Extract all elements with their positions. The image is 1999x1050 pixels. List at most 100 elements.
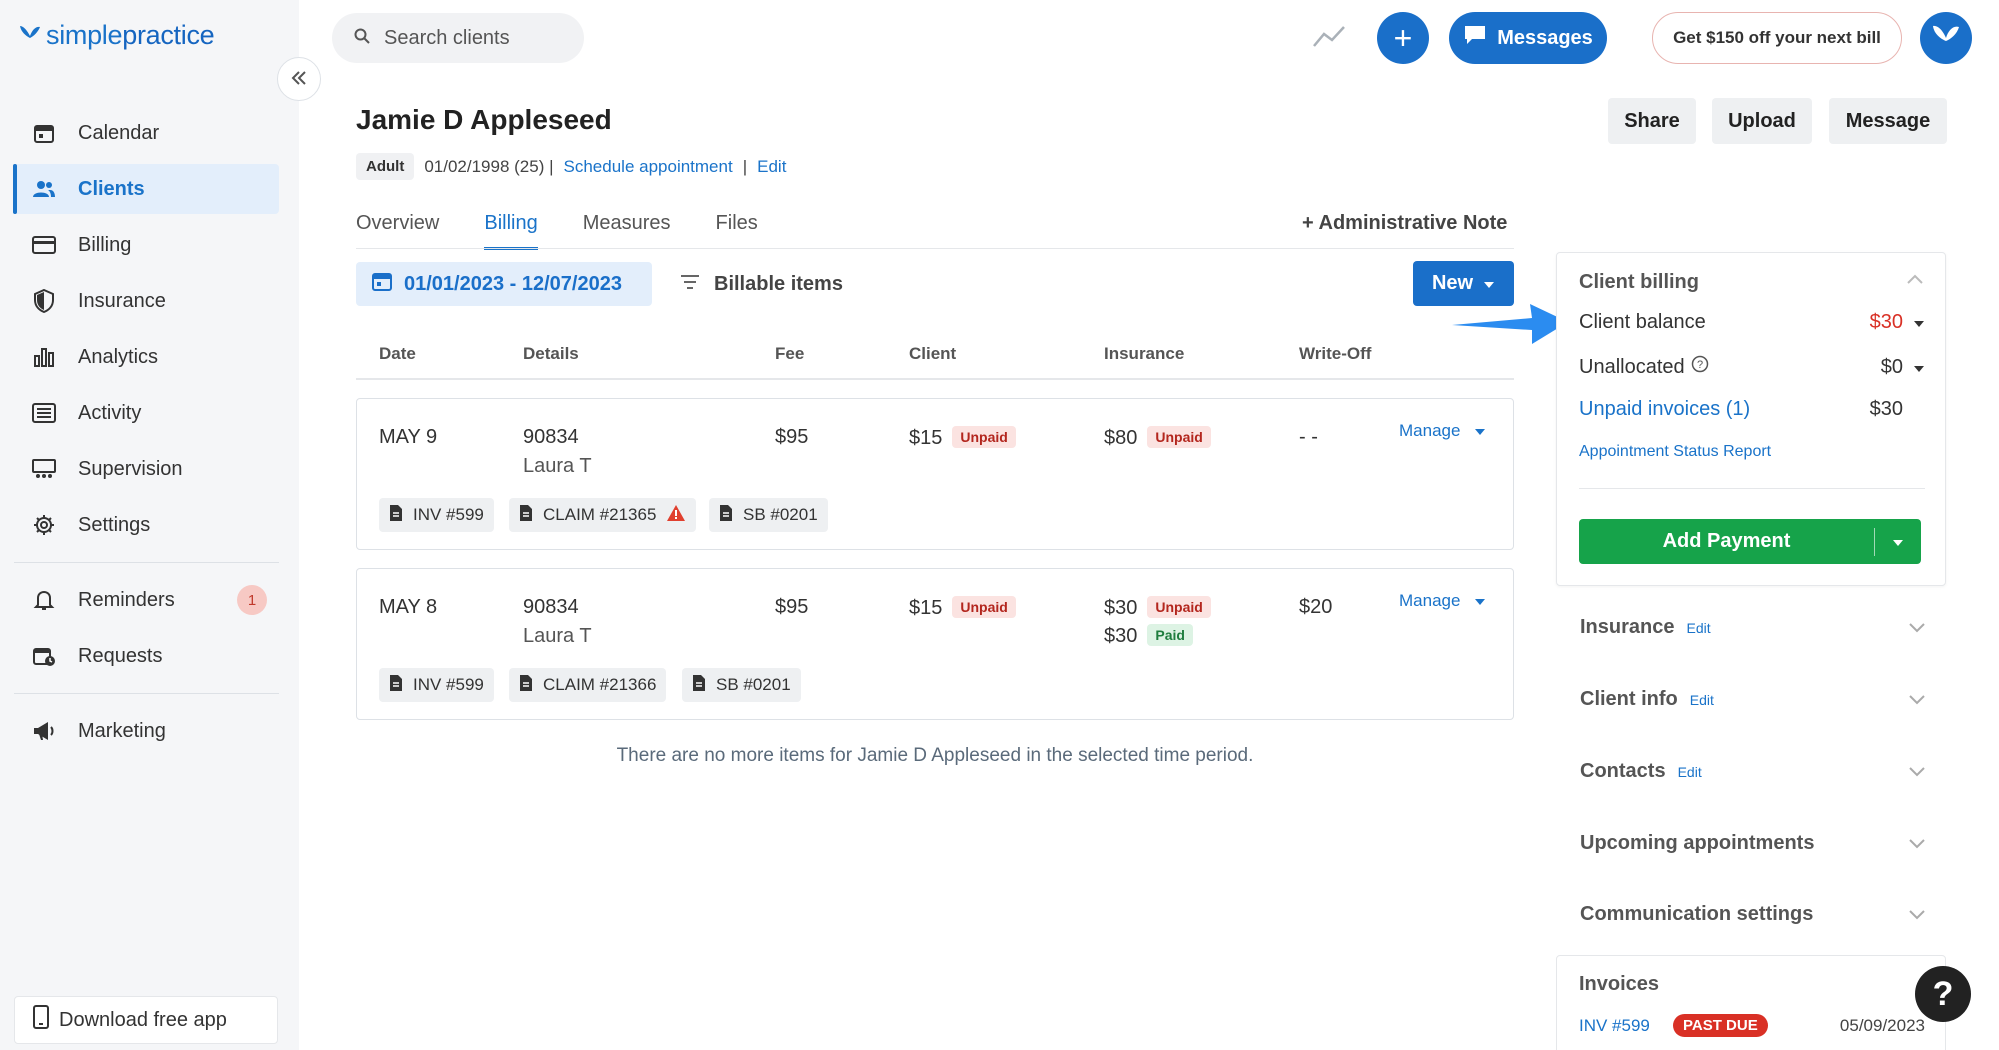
row-provider: Laura T <box>523 455 592 477</box>
new-label: New <box>1431 272 1474 294</box>
search-clients-input[interactable]: Search clients <box>332 13 584 63</box>
chat-bubble-icon <box>1463 24 1487 52</box>
sidebar-item-label: Billing <box>78 233 132 256</box>
trend-icon[interactable] <box>1312 24 1346 50</box>
sidebar-item-clients[interactable]: Clients <box>13 164 279 214</box>
insurance-amount: $30 <box>1104 625 1138 647</box>
claim-chip[interactable]: CLAIM #21366 <box>509 668 667 702</box>
collapse-sidebar-button[interactable] <box>277 57 321 101</box>
search-placeholder: Search clients <box>384 26 510 49</box>
col-header-writeoff: Write-Off <box>1299 344 1372 363</box>
sidebar: simplepractice Calendar Clients Billing … <box>0 0 299 1050</box>
sidebar-item-analytics[interactable]: Analytics <box>14 332 279 382</box>
download-app-label: Download free app <box>59 1008 227 1031</box>
chip-label: SB #0201 <box>716 675 791 694</box>
caret-down-icon <box>1913 311 1925 334</box>
share-button[interactable]: Share <box>1608 98 1696 144</box>
message-button[interactable]: Message <box>1829 98 1947 144</box>
client-name: Jamie D Appleseed <box>356 104 612 135</box>
unpaid-invoices-link[interactable]: Unpaid invoices (1) <box>1579 398 1750 421</box>
edit-contacts-link[interactable]: Edit <box>1678 764 1702 780</box>
promo-label: Get $150 off your next bill <box>1673 28 1881 47</box>
add-payment-dropdown[interactable] <box>1875 534 1921 550</box>
help-button[interactable]: ? <box>1915 966 1971 1022</box>
tab-files[interactable]: Files <box>716 212 758 250</box>
add-payment-button[interactable]: Add Payment <box>1579 519 1921 564</box>
download-app-button[interactable]: Download free app <box>14 996 278 1044</box>
edit-insurance-link[interactable]: Edit <box>1686 620 1710 636</box>
unallocated-dropdown[interactable]: $0 <box>1881 356 1925 379</box>
sidebar-item-label: Marketing <box>78 719 166 742</box>
manage-dropdown[interactable]: Manage <box>1399 421 1486 441</box>
sidebar-item-insurance[interactable]: Insurance <box>14 276 279 326</box>
calendar-icon <box>30 119 58 147</box>
unpaid-invoices-value: $30 <box>1869 398 1903 420</box>
claim-chip[interactable]: CLAIM #21365 <box>509 498 697 532</box>
manage-dropdown[interactable]: Manage <box>1399 591 1486 611</box>
sidebar-item-supervision[interactable]: Supervision <box>14 444 279 494</box>
edit-client-info-link[interactable]: Edit <box>1690 692 1714 708</box>
sidebar-item-billing[interactable]: Billing <box>14 220 279 270</box>
bell-icon <box>30 586 58 614</box>
upcoming-appointments-section[interactable]: Upcoming appointments <box>1580 832 1925 855</box>
col-header-details: Details <box>523 344 579 363</box>
sidebar-item-settings[interactable]: Settings <box>14 500 279 550</box>
sidebar-item-reminders[interactable]: Reminders 1 <box>14 575 279 625</box>
invoice-link[interactable]: INV #599 <box>1579 1016 1673 1036</box>
sidebar-item-requests[interactable]: Requests <box>14 631 279 681</box>
add-payment-label: Add Payment <box>1662 530 1791 552</box>
document-icon <box>389 504 403 527</box>
quick-add-button[interactable]: + <box>1377 12 1429 64</box>
chevron-up-icon[interactable] <box>1907 271 1923 289</box>
insurance-section[interactable]: Insurance Edit <box>1580 616 1925 639</box>
table-header-divider <box>356 378 1514 380</box>
administrative-note-button[interactable]: + Administrative Note <box>1302 212 1507 235</box>
edit-client-link[interactable]: Edit <box>757 157 786 177</box>
billable-items-filter[interactable]: Billable items <box>680 262 843 306</box>
calendar-icon <box>372 271 392 297</box>
chip-label: SB #0201 <box>743 505 818 524</box>
invoice-chip[interactable]: INV #599 <box>379 498 494 532</box>
promo-button[interactable]: Get $150 off your next bill <box>1652 12 1902 64</box>
schedule-appointment-link[interactable]: Schedule appointment <box>564 157 733 177</box>
sidebar-item-calendar[interactable]: Calendar <box>14 108 279 158</box>
tab-billing[interactable]: Billing <box>484 212 538 250</box>
tab-overview[interactable]: Overview <box>356 212 439 250</box>
row-writeoff: $20 <box>1299 596 1333 618</box>
sidebar-item-label: Analytics <box>78 345 159 368</box>
chip-label: CLAIM #21366 <box>543 675 657 694</box>
simplepractice-logo[interactable]: simplepractice <box>18 20 215 51</box>
unallocated-row: Unallocated ? $0 <box>1579 355 1925 379</box>
account-avatar[interactable] <box>1920 12 1972 64</box>
client-balance-dropdown[interactable]: $30 <box>1870 311 1925 334</box>
upload-button[interactable]: Upload <box>1712 98 1812 144</box>
caret-down-icon <box>1913 356 1925 379</box>
sidebar-item-activity[interactable]: Activity <box>14 388 279 438</box>
communication-settings-section[interactable]: Communication settings <box>1580 903 1925 926</box>
document-icon <box>519 674 533 697</box>
analytics-icon <box>30 343 58 371</box>
date-range-filter[interactable]: 01/01/2023 - 12/07/2023 <box>356 262 652 306</box>
contacts-section[interactable]: Contacts Edit <box>1580 760 1925 783</box>
invoices-card: Invoices INV #599 PAST DUE 05/09/2023 <box>1556 955 1946 1050</box>
col-header-date: Date <box>379 344 416 363</box>
row-provider: Laura T <box>523 625 592 647</box>
help-circle-icon[interactable]: ? <box>1691 355 1709 379</box>
sidebar-item-marketing[interactable]: Marketing <box>14 706 279 756</box>
gear-icon <box>30 511 58 539</box>
document-icon <box>519 504 533 527</box>
logo-practice: practice <box>122 20 215 50</box>
messages-button[interactable]: Messages <box>1449 12 1607 64</box>
no-more-items-message: There are no more items for Jamie D Appl… <box>616 745 1254 766</box>
row-writeoff: - - <box>1299 426 1318 448</box>
superbill-chip[interactable]: SB #0201 <box>709 498 828 532</box>
phone-icon <box>33 1005 49 1035</box>
client-info-section[interactable]: Client info Edit <box>1580 688 1925 711</box>
superbill-chip[interactable]: SB #0201 <box>682 668 801 702</box>
appointment-status-report-link[interactable]: Appointment Status Report <box>1579 443 1771 461</box>
tab-measures[interactable]: Measures <box>583 212 671 250</box>
section-title: Client info <box>1580 688 1678 710</box>
invoice-chip[interactable]: INV #599 <box>379 668 494 702</box>
sidebar-item-label: Reminders <box>78 588 175 611</box>
sidebar-item-label: Insurance <box>78 289 166 312</box>
